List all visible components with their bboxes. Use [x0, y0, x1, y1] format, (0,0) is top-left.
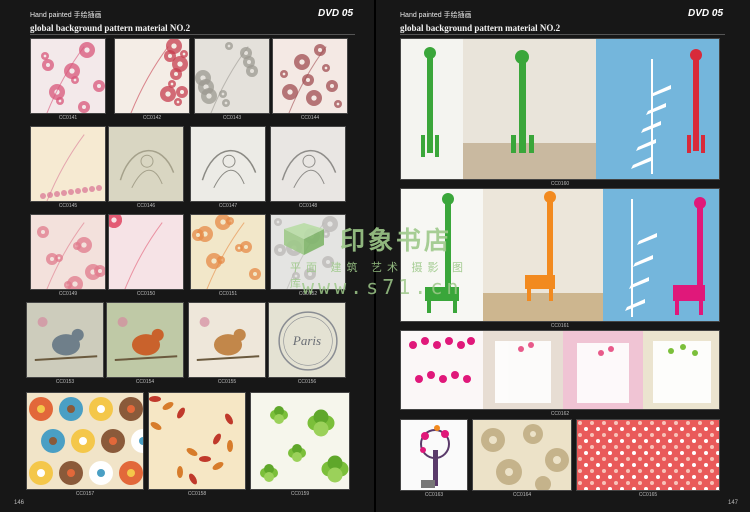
thumbnail-cc0149[interactable] [30, 214, 106, 290]
right-header-label: Hand painted 手绘插画 [400, 12, 472, 19]
code-cc0165: CC0165 [638, 492, 658, 498]
thumbnail-cc0158[interactable] [148, 392, 246, 490]
code-cc0152: CC0152 [298, 291, 318, 297]
thumbnail-cc0153[interactable] [26, 302, 104, 378]
catalog-spread: Hand painted 手绘插画 DVD 05 global backgrou… [0, 0, 750, 512]
thumbnail-cc0141[interactable] [30, 38, 106, 114]
code-cc0159: CC0159 [290, 491, 310, 497]
pattern-preview-image [271, 127, 345, 201]
code-cc0156: CC0156 [297, 379, 317, 385]
pattern-preview-image [27, 303, 103, 377]
left-page: Hand painted 手绘插画 DVD 05 global backgrou… [0, 0, 374, 512]
thumbnail-cc0164[interactable] [472, 419, 572, 491]
code-cc0158: CC0158 [187, 491, 207, 497]
code-cc0157: CC0157 [75, 491, 95, 497]
code-cc0146: CC0146 [136, 203, 156, 209]
thumbnail-cc0150[interactable] [108, 214, 184, 290]
pattern-preview-image [149, 393, 245, 489]
thumbnail-cc0146[interactable] [108, 126, 184, 202]
pattern-preview-image [27, 393, 143, 489]
tree-sticker-image [401, 420, 467, 490]
thumbnail-cc0162[interactable] [400, 330, 720, 410]
pattern-preview-image [273, 39, 347, 113]
pattern-preview-image [191, 127, 265, 201]
pattern-preview-image [109, 215, 183, 289]
right-dvd-label: DVD 05 [688, 8, 724, 19]
thumbnail-cc0163[interactable] [400, 419, 468, 491]
code-cc0141: CC0141 [58, 115, 78, 121]
code-cc0155: CC0155 [217, 379, 237, 385]
thumbnail-cc0144[interactable] [272, 38, 348, 114]
pattern-preview-image [109, 127, 183, 201]
code-cc0161: CC0161 [550, 323, 570, 329]
code-cc0150: CC0150 [136, 291, 156, 297]
right-page-number: 147 [728, 500, 739, 506]
thumbnail-cc0165[interactable] [576, 419, 720, 491]
code-cc0160: CC0160 [550, 181, 570, 187]
hearts-room-image [401, 331, 719, 409]
code-cc0147: CC0147 [218, 203, 238, 209]
right-page: Hand painted 手绘插画 DVD 05 global backgrou… [376, 0, 750, 512]
thumbnail-cc0157[interactable] [26, 392, 144, 490]
red-pattern-image [577, 420, 719, 490]
left-header-label: Hand painted 手绘插画 [30, 12, 102, 19]
badge-text: Paris [292, 333, 322, 348]
thumbnail-cc0152[interactable] [270, 214, 346, 290]
thumbnail-cc0147[interactable] [190, 126, 266, 202]
giraffe-wall-image [401, 39, 719, 179]
code-cc0148: CC0148 [298, 203, 318, 209]
code-cc0153: CC0153 [55, 379, 75, 385]
thumbnail-cc0143[interactable] [194, 38, 270, 114]
code-cc0142: CC0142 [142, 115, 162, 121]
pattern-preview-image [195, 39, 269, 113]
pattern-preview-image [191, 215, 265, 289]
code-cc0144: CC0144 [300, 115, 320, 121]
code-cc0151: CC0151 [218, 291, 238, 297]
thumbnail-cc0155[interactable] [188, 302, 266, 378]
pattern-preview-image [31, 215, 105, 289]
pattern-preview-image [31, 127, 105, 201]
code-cc0145: CC0145 [58, 203, 78, 209]
code-cc0162: CC0162 [550, 411, 570, 417]
left-dvd-label: DVD 05 [318, 8, 354, 19]
left-series-title: global background pattern material NO.2 [30, 23, 191, 33]
code-cc0164: CC0164 [512, 492, 532, 498]
thumbnail-cc0151[interactable] [190, 214, 266, 290]
pattern-preview-image [251, 393, 349, 489]
pattern-preview-image [189, 303, 265, 377]
thumbnail-cc0145[interactable] [30, 126, 106, 202]
giraffe-color-image [401, 189, 719, 321]
pattern-preview-image [31, 39, 105, 113]
thumbnail-cc0142[interactable] [114, 38, 190, 114]
thumbnail-cc0156[interactable]: Paris [268, 302, 346, 378]
code-cc0154: CC0154 [135, 379, 155, 385]
thumbnail-cc0160[interactable] [400, 38, 720, 180]
pattern-preview-image [271, 215, 345, 289]
left-page-number: 146 [14, 500, 25, 506]
thumbnail-cc0159[interactable] [250, 392, 350, 490]
pattern-preview-image [107, 303, 183, 377]
left-header-rule [30, 34, 355, 35]
code-cc0163: CC0163 [424, 492, 444, 498]
thumbnail-cc0161[interactable] [400, 188, 720, 322]
thumbnail-cc0154[interactable] [106, 302, 184, 378]
beige-floral-image [473, 420, 571, 490]
right-series-title: global background pattern material NO.2 [400, 23, 561, 33]
code-cc0143: CC0143 [222, 115, 242, 121]
pattern-preview-image [115, 39, 189, 113]
code-cc0149: CC0149 [58, 291, 78, 297]
right-header-rule [400, 34, 725, 35]
thumbnail-cc0148[interactable] [270, 126, 346, 202]
